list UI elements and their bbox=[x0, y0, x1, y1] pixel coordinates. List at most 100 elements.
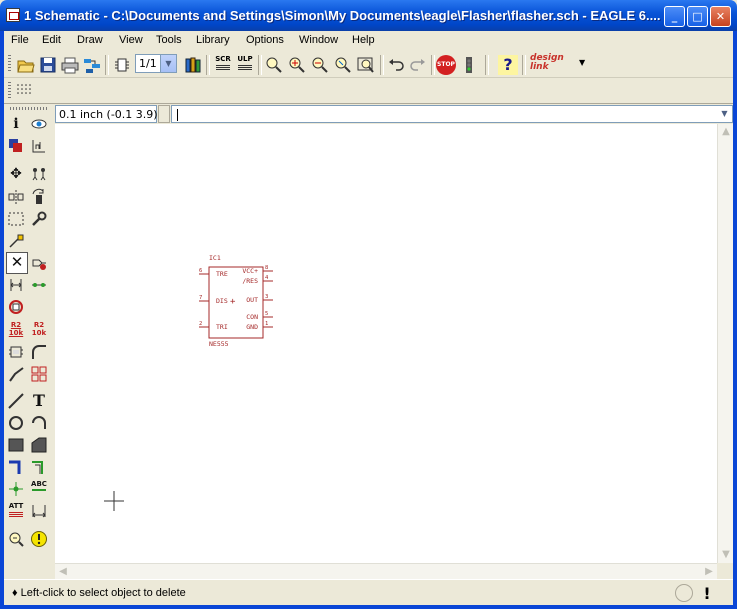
erc-icon[interactable] bbox=[7, 530, 25, 548]
display-layers-icon[interactable] bbox=[7, 137, 25, 155]
schematic-drawing: IC1 NE555 6 TRE 7 DIS 2 TRI 8 VCC+ 4/RES 3 OUT 5 CON 1 G… bbox=[104, 254, 273, 511]
group-icon[interactable] bbox=[7, 210, 25, 228]
pinswap-icon[interactable] bbox=[7, 276, 25, 294]
crosshair-cursor bbox=[104, 491, 124, 511]
ne555-part-value: NE555 bbox=[209, 340, 229, 348]
attribute-att-text: ATT bbox=[8, 502, 24, 510]
minimize-button[interactable]: _ bbox=[664, 6, 685, 27]
copy-icon[interactable] bbox=[30, 165, 48, 183]
title-bar[interactable]: 1 Schematic - C:\Documents and Settings\… bbox=[0, 0, 737, 31]
text-icon[interactable]: T bbox=[30, 392, 48, 410]
scroll-right-icon[interactable]: ▶ bbox=[701, 564, 717, 580]
toolbar-grip[interactable] bbox=[8, 55, 11, 73]
menu-view[interactable]: View bbox=[119, 34, 143, 46]
scroll-down-icon[interactable]: ▼ bbox=[718, 547, 734, 563]
redo-icon[interactable] bbox=[408, 55, 428, 75]
scroll-up-icon[interactable]: ▲ bbox=[718, 124, 734, 140]
command-line-input[interactable]: ▼ bbox=[171, 105, 733, 123]
name-icon[interactable]: R2 10k bbox=[7, 321, 25, 339]
ne555-pin-name: TRE bbox=[216, 270, 228, 278]
add-part-icon[interactable] bbox=[30, 254, 48, 272]
stop-command-icon[interactable]: ! bbox=[700, 584, 714, 603]
junction-icon[interactable] bbox=[7, 480, 25, 498]
delete-icon[interactable]: ✕ bbox=[6, 252, 28, 274]
ne555-pin-name: GND bbox=[246, 323, 258, 331]
open-icon[interactable] bbox=[16, 55, 36, 75]
help-button[interactable]: ? bbox=[498, 55, 518, 75]
label-abc-text: ABC bbox=[31, 480, 47, 488]
replace-icon[interactable] bbox=[7, 298, 25, 316]
run-ulp-button[interactable]: ULP bbox=[235, 55, 255, 75]
toolbar-grip[interactable] bbox=[8, 82, 11, 100]
chevron-down-icon[interactable]: ▼ bbox=[160, 55, 176, 72]
menu-help[interactable]: Help bbox=[352, 34, 375, 46]
horizontal-scrollbar[interactable]: ◀ ▶ bbox=[55, 563, 717, 579]
menu-options[interactable]: Options bbox=[246, 34, 284, 46]
net-icon[interactable] bbox=[30, 458, 48, 476]
ne555-pin-number: 5 bbox=[265, 311, 268, 317]
split-icon[interactable] bbox=[7, 365, 25, 383]
print-icon[interactable] bbox=[60, 55, 80, 75]
script-button[interactable]: SCR bbox=[213, 55, 233, 75]
design-link-button[interactable]: design link bbox=[530, 54, 578, 76]
library-books-icon[interactable] bbox=[183, 55, 203, 75]
stop-button[interactable]: STOP bbox=[436, 55, 456, 75]
errors-warning-icon[interactable] bbox=[30, 530, 48, 548]
rotate-icon[interactable] bbox=[30, 188, 48, 206]
menu-tools[interactable]: Tools bbox=[156, 34, 182, 46]
coordinate-spacer bbox=[158, 105, 170, 123]
vertical-scrollbar[interactable]: ▲ ▼ bbox=[717, 124, 733, 563]
scroll-left-icon[interactable]: ◀ bbox=[55, 564, 71, 580]
show-eye-icon[interactable] bbox=[30, 115, 48, 133]
menu-edit[interactable]: Edit bbox=[42, 34, 61, 46]
stop-label: STOP bbox=[437, 61, 455, 68]
paste-icon[interactable] bbox=[7, 232, 25, 250]
zoom-out-icon[interactable] bbox=[310, 55, 330, 75]
gateswap-icon[interactable] bbox=[30, 276, 48, 294]
value-icon[interactable]: R2 10k bbox=[30, 321, 48, 339]
save-icon[interactable] bbox=[38, 55, 58, 75]
mark-icon[interactable] bbox=[30, 137, 48, 155]
go-traffic-light-icon[interactable] bbox=[459, 55, 479, 75]
attribute-icon[interactable]: ATT bbox=[7, 502, 25, 520]
move-icon[interactable]: ✥ bbox=[7, 165, 25, 183]
ne555-pin-name: OUT bbox=[246, 296, 258, 304]
cam-processor-icon[interactable] bbox=[82, 55, 102, 75]
toolbox-grip[interactable] bbox=[10, 107, 48, 110]
rect-icon[interactable] bbox=[7, 436, 25, 454]
smash-icon[interactable] bbox=[7, 343, 25, 361]
command-history-dropdown-icon[interactable]: ▼ bbox=[717, 106, 732, 122]
sheet-select[interactable]: 1/1 ▼ bbox=[135, 54, 177, 73]
toolbar-separator bbox=[431, 55, 435, 75]
window-frame-bottom bbox=[0, 605, 737, 609]
label-icon[interactable]: ABC bbox=[30, 480, 48, 498]
circle-icon[interactable] bbox=[7, 414, 25, 432]
miter-icon[interactable] bbox=[30, 343, 48, 361]
maximize-button[interactable]: □ bbox=[687, 6, 708, 27]
info-icon[interactable]: i bbox=[7, 115, 25, 133]
arc-icon[interactable] bbox=[30, 414, 48, 432]
design-link-dropdown-icon[interactable]: ▼ bbox=[579, 58, 585, 67]
grid-icon[interactable] bbox=[15, 81, 35, 101]
zoom-redraw-icon[interactable] bbox=[333, 55, 353, 75]
dimension-icon[interactable] bbox=[30, 502, 48, 520]
menu-file[interactable]: File bbox=[11, 34, 29, 46]
zoom-select-icon[interactable] bbox=[356, 55, 376, 75]
invoke-icon[interactable] bbox=[30, 365, 48, 383]
text-cursor bbox=[177, 109, 178, 121]
wire-icon[interactable] bbox=[7, 392, 25, 410]
change-wrench-icon[interactable] bbox=[30, 210, 48, 228]
menu-draw[interactable]: Draw bbox=[77, 34, 103, 46]
zoom-fit-icon[interactable] bbox=[264, 55, 284, 75]
menu-library[interactable]: Library bbox=[196, 34, 230, 46]
bus-icon[interactable] bbox=[7, 458, 25, 476]
schematic-canvas[interactable]: IC1 NE555 6 TRE 7 DIS 2 TRI 8 VCC+ 4/RES 3 OUT 5 CON 1 G… bbox=[55, 124, 717, 563]
undo-icon[interactable] bbox=[386, 55, 406, 75]
board-sheet-icon[interactable] bbox=[112, 55, 132, 75]
mirror-icon[interactable] bbox=[7, 188, 25, 206]
polygon-icon[interactable] bbox=[30, 436, 48, 454]
zoom-in-icon[interactable] bbox=[287, 55, 307, 75]
status-indicator-icon[interactable] bbox=[675, 584, 693, 602]
menu-window[interactable]: Window bbox=[299, 34, 338, 46]
close-button[interactable]: ✕ bbox=[710, 6, 731, 27]
